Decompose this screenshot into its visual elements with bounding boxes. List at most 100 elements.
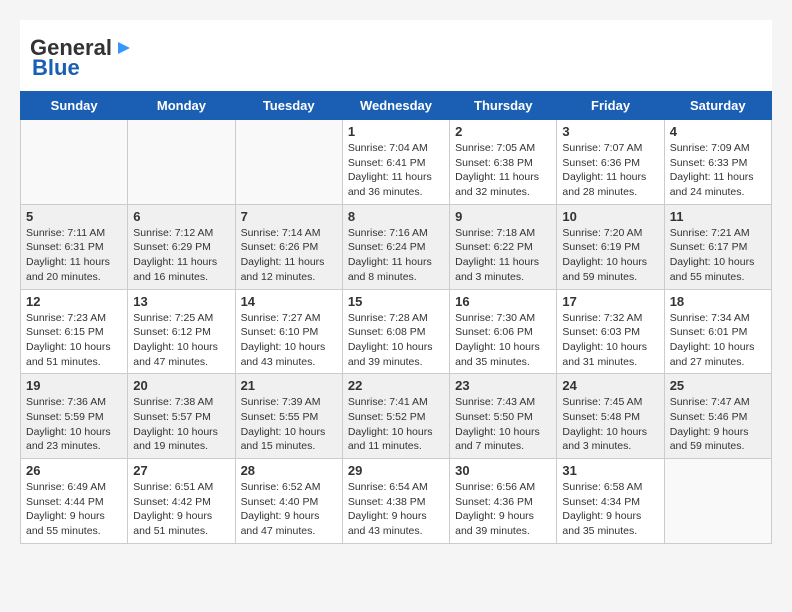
- weekday-header-thursday: Thursday: [450, 92, 557, 120]
- day-number: 15: [348, 294, 444, 309]
- day-number: 22: [348, 378, 444, 393]
- calendar-cell: 21 Sunrise: 7:39 AM Sunset: 5:55 PM Dayli…: [235, 374, 342, 459]
- logo-blue: Blue: [30, 55, 80, 81]
- day-number: 19: [26, 378, 122, 393]
- day-info: Sunrise: 7:16 AM Sunset: 6:24 PM Dayligh…: [348, 226, 444, 285]
- calendar-cell: 11 Sunrise: 7:21 AM Sunset: 6:17 PM Dayli…: [664, 204, 771, 289]
- calendar-cell: 24Sunrise: 7:45 AM Sunset: 5:48 PM Dayli…: [557, 374, 664, 459]
- calendar-cell: 16 Sunrise: 7:30 AM Sunset: 6:06 PM Dayli…: [450, 289, 557, 374]
- week-row-2: 5Sunrise: 7:11 AM Sunset: 6:31 PM Daylig…: [21, 204, 772, 289]
- day-info: Sunrise: 7:20 AM Sunset: 6:19 PM Dayligh…: [562, 226, 658, 285]
- day-info: Sunrise: 7:34 AM Sunset: 6:01 PM Dayligh…: [670, 311, 766, 370]
- day-info: Sunrise: 7:07 AM Sunset: 6:36 PM Dayligh…: [562, 141, 658, 200]
- logo-icon: [114, 38, 134, 58]
- weekday-header-monday: Monday: [128, 92, 235, 120]
- day-info: Sunrise: 7:09 AM Sunset: 6:33 PM Dayligh…: [670, 141, 766, 200]
- day-number: 14: [241, 294, 337, 309]
- calendar-cell: [21, 120, 128, 205]
- weekday-header-wednesday: Wednesday: [342, 92, 449, 120]
- calendar-cell: 18 Sunrise: 7:34 AM Sunset: 6:01 PM Dayli…: [664, 289, 771, 374]
- day-info: Sunrise: 6:52 AM Sunset: 4:40 PM Dayligh…: [241, 480, 337, 539]
- calendar-cell: 19 Sunrise: 7:36 AM Sunset: 5:59 PM Dayli…: [21, 374, 128, 459]
- week-row-3: 12Sunrise: 7:23 AM Sunset: 6:15 PM Dayli…: [21, 289, 772, 374]
- calendar-cell: 9 Sunrise: 7:18 AM Sunset: 6:22 PM Daylig…: [450, 204, 557, 289]
- calendar-cell: 4 Sunrise: 7:09 AM Sunset: 6:33 PM Daylig…: [664, 120, 771, 205]
- day-number: 24: [562, 378, 658, 393]
- day-number: 10: [562, 209, 658, 224]
- calendar-cell: 14 Sunrise: 7:27 AM Sunset: 6:10 PM Dayli…: [235, 289, 342, 374]
- day-number: 29: [348, 463, 444, 478]
- calendar-cell: [664, 459, 771, 544]
- calendar-container: General Blue SundayMondayTuesdayWednesda…: [20, 20, 772, 544]
- weekday-header-saturday: Saturday: [664, 92, 771, 120]
- day-number: 28: [241, 463, 337, 478]
- day-info: Sunrise: 7:28 AM Sunset: 6:08 PM Dayligh…: [348, 311, 444, 370]
- weekday-header-tuesday: Tuesday: [235, 92, 342, 120]
- day-number: 4: [670, 124, 766, 139]
- calendar-cell: 1Sunrise: 7:04 AM Sunset: 6:41 PM Daylig…: [342, 120, 449, 205]
- day-info: Sunrise: 7:05 AM Sunset: 6:38 PM Dayligh…: [455, 141, 551, 200]
- day-info: Sunrise: 7:14 AM Sunset: 6:26 PM Dayligh…: [241, 226, 337, 285]
- calendar-cell: 13 Sunrise: 7:25 AM Sunset: 6:12 PM Dayli…: [128, 289, 235, 374]
- day-number: 18: [670, 294, 766, 309]
- day-info: Sunrise: 7:39 AM Sunset: 5:55 PM Dayligh…: [241, 395, 337, 454]
- calendar-cell: 3 Sunrise: 7:07 AM Sunset: 6:36 PM Daylig…: [557, 120, 664, 205]
- day-number: 13: [133, 294, 229, 309]
- calendar-cell: 31 Sunrise: 6:58 AM Sunset: 4:34 PM Dayli…: [557, 459, 664, 544]
- week-row-5: 26Sunrise: 6:49 AM Sunset: 4:44 PM Dayli…: [21, 459, 772, 544]
- day-info: Sunrise: 7:23 AM Sunset: 6:15 PM Dayligh…: [26, 311, 122, 370]
- calendar-cell: 26Sunrise: 6:49 AM Sunset: 4:44 PM Dayli…: [21, 459, 128, 544]
- calendar-cell: [128, 120, 235, 205]
- day-number: 1: [348, 124, 444, 139]
- day-info: Sunrise: 7:41 AM Sunset: 5:52 PM Dayligh…: [348, 395, 444, 454]
- weekday-header-sunday: Sunday: [21, 92, 128, 120]
- day-info: Sunrise: 6:51 AM Sunset: 4:42 PM Dayligh…: [133, 480, 229, 539]
- calendar-cell: 20Sunrise: 7:38 AM Sunset: 5:57 PM Dayli…: [128, 374, 235, 459]
- calendar-cell: 28 Sunrise: 6:52 AM Sunset: 4:40 PM Dayli…: [235, 459, 342, 544]
- calendar-cell: 25Sunrise: 7:47 AM Sunset: 5:46 PM Dayli…: [664, 374, 771, 459]
- day-number: 8: [348, 209, 444, 224]
- day-number: 20: [133, 378, 229, 393]
- day-info: Sunrise: 7:11 AM Sunset: 6:31 PM Dayligh…: [26, 226, 122, 285]
- day-number: 31: [562, 463, 658, 478]
- day-number: 11: [670, 209, 766, 224]
- week-row-4: 19 Sunrise: 7:36 AM Sunset: 5:59 PM Dayli…: [21, 374, 772, 459]
- day-number: 2: [455, 124, 551, 139]
- day-number: 21: [241, 378, 337, 393]
- calendar-cell: 29 Sunrise: 6:54 AM Sunset: 4:38 PM Dayli…: [342, 459, 449, 544]
- day-info: Sunrise: 6:54 AM Sunset: 4:38 PM Dayligh…: [348, 480, 444, 539]
- calendar-table: SundayMondayTuesdayWednesdayThursdayFrid…: [20, 91, 772, 544]
- day-number: 3: [562, 124, 658, 139]
- day-number: 6: [133, 209, 229, 224]
- weekday-header-row: SundayMondayTuesdayWednesdayThursdayFrid…: [21, 92, 772, 120]
- calendar-cell: 6 Sunrise: 7:12 AM Sunset: 6:29 PM Daylig…: [128, 204, 235, 289]
- day-number: 16: [455, 294, 551, 309]
- day-info: Sunrise: 7:18 AM Sunset: 6:22 PM Dayligh…: [455, 226, 551, 285]
- calendar-cell: 27Sunrise: 6:51 AM Sunset: 4:42 PM Dayli…: [128, 459, 235, 544]
- calendar-cell: 17Sunrise: 7:32 AM Sunset: 6:03 PM Dayli…: [557, 289, 664, 374]
- calendar-cell: 8 Sunrise: 7:16 AM Sunset: 6:24 PM Daylig…: [342, 204, 449, 289]
- calendar-cell: 15 Sunrise: 7:28 AM Sunset: 6:08 PM Dayli…: [342, 289, 449, 374]
- day-number: 9: [455, 209, 551, 224]
- day-info: Sunrise: 7:25 AM Sunset: 6:12 PM Dayligh…: [133, 311, 229, 370]
- weekday-header-friday: Friday: [557, 92, 664, 120]
- calendar-cell: 30 Sunrise: 6:56 AM Sunset: 4:36 PM Dayli…: [450, 459, 557, 544]
- day-info: Sunrise: 7:36 AM Sunset: 5:59 PM Dayligh…: [26, 395, 122, 454]
- day-number: 25: [670, 378, 766, 393]
- logo: General Blue: [30, 35, 134, 81]
- day-info: Sunrise: 7:27 AM Sunset: 6:10 PM Dayligh…: [241, 311, 337, 370]
- day-number: 30: [455, 463, 551, 478]
- day-info: Sunrise: 7:43 AM Sunset: 5:50 PM Dayligh…: [455, 395, 551, 454]
- day-info: Sunrise: 7:21 AM Sunset: 6:17 PM Dayligh…: [670, 226, 766, 285]
- calendar-cell: 12Sunrise: 7:23 AM Sunset: 6:15 PM Dayli…: [21, 289, 128, 374]
- day-info: Sunrise: 7:32 AM Sunset: 6:03 PM Dayligh…: [562, 311, 658, 370]
- calendar-cell: 5Sunrise: 7:11 AM Sunset: 6:31 PM Daylig…: [21, 204, 128, 289]
- day-info: Sunrise: 6:56 AM Sunset: 4:36 PM Dayligh…: [455, 480, 551, 539]
- day-info: Sunrise: 7:12 AM Sunset: 6:29 PM Dayligh…: [133, 226, 229, 285]
- day-info: Sunrise: 7:30 AM Sunset: 6:06 PM Dayligh…: [455, 311, 551, 370]
- calendar-cell: 7Sunrise: 7:14 AM Sunset: 6:26 PM Daylig…: [235, 204, 342, 289]
- day-info: Sunrise: 6:49 AM Sunset: 4:44 PM Dayligh…: [26, 480, 122, 539]
- header: General Blue: [20, 20, 772, 91]
- calendar-cell: 10 Sunrise: 7:20 AM Sunset: 6:19 PM Dayli…: [557, 204, 664, 289]
- day-info: Sunrise: 6:58 AM Sunset: 4:34 PM Dayligh…: [562, 480, 658, 539]
